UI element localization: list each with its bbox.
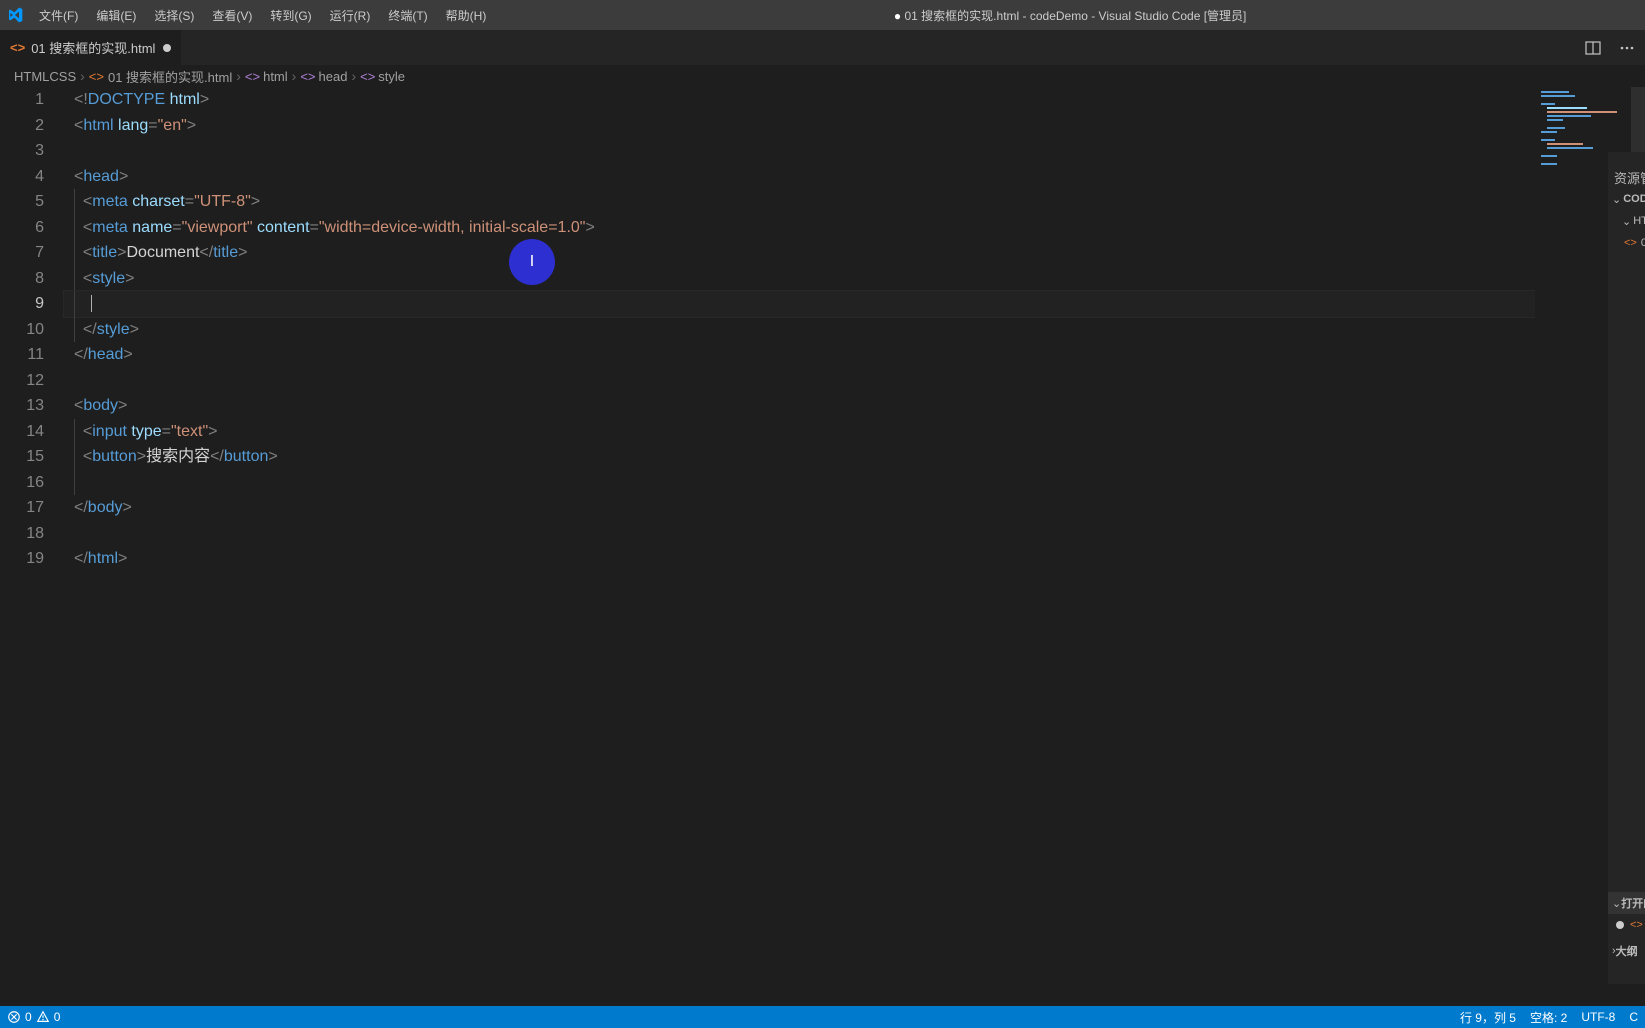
chevron-right-icon: ›	[292, 68, 297, 84]
status-cursor-position[interactable]: 行 9，列 5	[1453, 1009, 1523, 1026]
menu-run[interactable]: 运行(R)	[321, 7, 380, 24]
outline-section[interactable]: › 大纲	[1608, 940, 1645, 962]
status-encoding[interactable]: UTF-8	[1574, 1009, 1622, 1026]
breadcrumb-file[interactable]: 01 搜索框的实现.html	[108, 67, 232, 86]
symbol-icon: <>	[245, 69, 260, 84]
menu-edit[interactable]: 编辑(E)	[87, 7, 145, 24]
more-actions-icon[interactable]	[1619, 40, 1635, 56]
menu-bar: 文件(F) 编辑(E) 选择(S) 查看(V) 转到(G) 运行(R) 终端(T…	[30, 7, 495, 24]
menu-file[interactable]: 文件(F)	[30, 7, 87, 24]
chevron-down-icon: ⌄	[1622, 215, 1631, 228]
status-eol[interactable]: C	[1622, 1009, 1645, 1026]
unsaved-indicator-icon	[163, 44, 171, 52]
menu-terminal[interactable]: 终端(T)	[379, 7, 436, 24]
explorer-file[interactable]: <> 0	[1608, 232, 1645, 254]
symbol-icon: <>	[300, 69, 315, 84]
explorer-section-header[interactable]: ⌄ CODE	[1608, 188, 1645, 210]
line-number-gutter: 1234 5678 9101112 13141516 171819	[0, 87, 64, 1006]
tab-actions	[1585, 30, 1645, 65]
side-panel[interactable]: 资源管 ⌄ CODE ⌄ HT <> 0 ⌄ 打开的 <> › 大纲	[1607, 152, 1645, 984]
menu-go[interactable]: 转到(G)	[261, 7, 320, 24]
chevron-down-icon: ⌄	[1612, 897, 1621, 910]
status-problems[interactable]: 0 0	[0, 1010, 67, 1024]
breadcrumb[interactable]: HTMLCSS › <> 01 搜索框的实现.html › <> html › …	[0, 65, 1645, 87]
symbol-icon: <>	[360, 69, 375, 84]
html-file-icon: <>	[10, 40, 25, 55]
tab-filename: 01 搜索框的实现.html	[31, 38, 155, 57]
explorer-folder[interactable]: ⌄ HT	[1608, 210, 1645, 232]
titlebar: 文件(F) 编辑(E) 选择(S) 查看(V) 转到(G) 运行(R) 终端(T…	[0, 0, 1645, 30]
chevron-right-icon: ›	[351, 68, 356, 84]
html-file-icon: <>	[89, 69, 104, 84]
breadcrumb-symbol[interactable]: html	[263, 69, 288, 84]
editor[interactable]: 1234 5678 9101112 13141516 171819 <!DOCT…	[0, 87, 1645, 1006]
chevron-down-icon: ⌄	[1612, 193, 1621, 206]
vscode-logo-icon	[0, 7, 30, 23]
chevron-right-icon: ›	[236, 68, 241, 84]
breadcrumb-symbol[interactable]: head	[319, 69, 348, 84]
editor-tab[interactable]: <> 01 搜索框的实现.html	[0, 30, 182, 65]
cursor-indicator-icon: I	[509, 239, 555, 285]
menu-selection[interactable]: 选择(S)	[145, 7, 203, 24]
breadcrumb-symbol[interactable]: style	[378, 69, 405, 84]
chevron-right-icon: ›	[80, 68, 85, 84]
html-file-icon: <>	[1624, 237, 1637, 249]
code-area[interactable]: <!DOCTYPE html> <html lang="en"> <head> …	[64, 87, 1645, 1006]
explorer-res-header[interactable]: 资源管	[1608, 166, 1645, 188]
split-editor-icon[interactable]	[1585, 40, 1601, 56]
open-editors-section[interactable]: ⌄ 打开的 <>	[1608, 892, 1645, 936]
open-editor-file[interactable]: <>	[1608, 914, 1645, 936]
html-file-icon: <>	[1630, 919, 1643, 931]
status-bar: 0 0 行 9，列 5 空格: 2 UTF-8 C	[0, 1006, 1645, 1028]
tab-bar: <> 01 搜索框的实现.html	[0, 30, 1645, 65]
breadcrumb-folder[interactable]: HTMLCSS	[14, 69, 76, 84]
unsaved-indicator-icon	[1616, 921, 1624, 929]
menu-view[interactable]: 查看(V)	[203, 7, 261, 24]
status-indentation[interactable]: 空格: 2	[1523, 1009, 1574, 1026]
menu-help[interactable]: 帮助(H)	[437, 7, 496, 24]
window-title: ● 01 搜索框的实现.html - codeDemo - Visual Stu…	[495, 7, 1645, 24]
